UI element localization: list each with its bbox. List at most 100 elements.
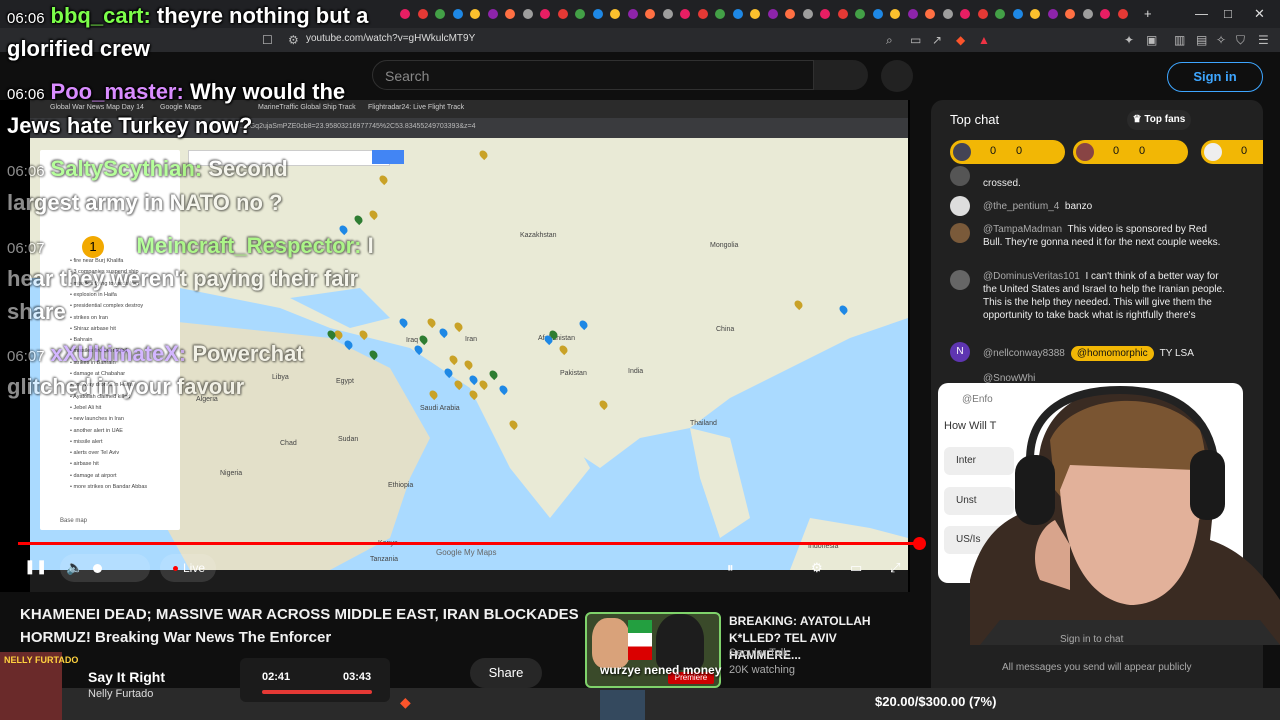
map-layer-item[interactable]: • strikes on Iran xyxy=(70,315,108,321)
voice-search-button[interactable] xyxy=(881,60,913,92)
tab-favicon-icon[interactable] xyxy=(1082,9,1093,19)
chat-signin-prompt[interactable]: Sign in to chat xyxy=(1060,634,1123,645)
tab-favicon-icon[interactable] xyxy=(680,9,690,19)
vpn-icon[interactable]: ⛉ xyxy=(1236,33,1245,48)
tab-favicon-icon[interactable] xyxy=(522,9,533,19)
menu-icon[interactable]: ☰ xyxy=(1258,33,1269,47)
settings-icon[interactable]: ⚙ xyxy=(811,560,823,576)
tab-favicon-icon[interactable] xyxy=(855,9,865,19)
tab-favicon-icon[interactable] xyxy=(802,9,813,19)
top-fans-button[interactable]: ♛ Top fans xyxy=(1127,110,1191,130)
share-page-icon[interactable]: ↗ xyxy=(932,33,942,47)
tab-favicon-icon[interactable] xyxy=(820,9,830,19)
tab-favicon-icon[interactable] xyxy=(1047,9,1058,19)
tab-favicon-icon[interactable] xyxy=(1065,9,1075,19)
cast-icon[interactable]: ▭ xyxy=(910,33,921,47)
bookmark-icon[interactable]: ☐ xyxy=(262,33,273,47)
map-layer-item[interactable]: • Shiraz airbase hit xyxy=(70,326,116,332)
tab-favicon-icon[interactable] xyxy=(837,9,848,19)
search-input[interactable]: Search xyxy=(372,60,814,90)
map-layer-item[interactable]: • airbase hit xyxy=(70,461,99,467)
map-layer-item[interactable]: • alerts over Tel Aviv xyxy=(70,450,119,456)
map-layer-item[interactable]: • more strikes on Bandar Abbas xyxy=(70,484,147,490)
tab-favicon-icon[interactable] xyxy=(435,9,445,19)
fan-card[interactable]: 0 0 xyxy=(1073,140,1188,164)
map-layer-item[interactable]: • explosion in Haifa xyxy=(70,292,117,298)
map-layer-item[interactable]: • presidential complex destroy xyxy=(70,303,143,309)
tab-favicon-icon[interactable] xyxy=(505,9,515,19)
fan-card[interactable]: 0 0 xyxy=(950,140,1065,164)
tab-favicon-icon[interactable] xyxy=(1012,9,1023,19)
brave-rewards-icon[interactable]: ▲ xyxy=(978,33,990,47)
tab-favicon-icon[interactable] xyxy=(1117,9,1128,19)
tab-favicon-icon[interactable] xyxy=(697,9,708,19)
fullscreen-icon[interactable]: ⤢ xyxy=(890,560,900,576)
tab-favicon-icon[interactable] xyxy=(715,9,725,19)
share-button[interactable]: Share xyxy=(470,658,542,688)
search-button[interactable] xyxy=(814,60,868,90)
brave-shield-icon[interactable]: ◆ xyxy=(956,33,965,47)
tab-favicon-icon[interactable] xyxy=(470,9,480,19)
tab-favicon-icon[interactable] xyxy=(750,9,760,19)
tab-favicon-icon[interactable] xyxy=(977,9,988,19)
tab-favicon-icon[interactable] xyxy=(575,9,585,19)
tab-favicon-icon[interactable] xyxy=(732,9,743,19)
minimize-button[interactable]: — xyxy=(1195,6,1208,21)
tab-favicon-icon[interactable] xyxy=(557,9,568,19)
chat-username[interactable]: @TampaMadman xyxy=(983,224,1062,235)
sidebar-icon[interactable]: ▥ xyxy=(1174,33,1185,47)
tab-favicon-icon[interactable] xyxy=(767,9,778,19)
tab-favicon-icon[interactable] xyxy=(890,9,900,19)
site-info-icon[interactable]: ⚙ xyxy=(288,33,299,47)
tab-favicon-icon[interactable] xyxy=(487,9,498,19)
pause-button[interactable]: ❚❚ xyxy=(24,558,47,578)
reading-list-icon[interactable]: ▤ xyxy=(1196,33,1207,47)
fan-card[interactable]: 0 xyxy=(1201,140,1263,164)
chat-username[interactable]: @the_pentium_4 xyxy=(983,201,1059,212)
map-layer-item[interactable]: • Jebel Ali hit xyxy=(70,405,101,411)
recommended-channel[interactable]: Secular Talk xyxy=(729,647,789,659)
basemap-label[interactable]: Base map xyxy=(60,518,87,524)
chat-mode-title[interactable]: Top chat xyxy=(950,112,999,127)
leo-icon[interactable]: ✧ xyxy=(1216,33,1226,47)
new-tab-button[interactable]: + xyxy=(1144,6,1152,21)
url-field[interactable]: youtube.com/watch?v=gHWkulcMT9Y xyxy=(306,33,475,44)
volume-icon[interactable]: 🔈 xyxy=(66,559,83,576)
map-layer-item[interactable]: • another alert in UAE xyxy=(70,428,123,434)
tab-favicon-icon[interactable] xyxy=(610,9,620,19)
volume-slider-knob[interactable] xyxy=(93,564,102,573)
tab-favicon-icon[interactable] xyxy=(907,9,918,19)
map-layer-item[interactable]: • missile alert xyxy=(70,439,103,445)
tab-favicon-icon[interactable] xyxy=(960,9,970,19)
extensions-icon[interactable]: ✦ xyxy=(1124,33,1134,47)
close-button[interactable]: ✕ xyxy=(1254,6,1265,22)
tab-favicon-icon[interactable] xyxy=(400,9,410,19)
zoom-icon[interactable]: ⌕ xyxy=(886,33,893,48)
tab-favicon-icon[interactable] xyxy=(417,9,428,19)
tab-favicon-icon[interactable] xyxy=(1030,9,1040,19)
tab-favicon-icon[interactable] xyxy=(452,9,463,19)
tab-favicon-icon[interactable] xyxy=(1100,9,1110,19)
pause-inner-icon[interactable]: ⏸ xyxy=(727,560,734,576)
tab-favicon-icon[interactable] xyxy=(645,9,655,19)
tab-favicon-icon[interactable] xyxy=(942,9,953,19)
tab-favicon-icon[interactable] xyxy=(662,9,673,19)
sign-in-button[interactable]: Sign in xyxy=(1167,62,1263,92)
map-layer-item[interactable]: • new launches in Iran xyxy=(70,416,124,422)
maximize-button[interactable]: □ xyxy=(1224,6,1232,21)
tab-favicon-icon[interactable] xyxy=(872,9,883,19)
tab-favicon-icon[interactable] xyxy=(540,9,550,19)
tab-favicon-icon[interactable] xyxy=(627,9,638,19)
chat-username[interactable]: @DominusVeritas101 xyxy=(983,271,1080,282)
map-layer-item[interactable]: • damage at airport xyxy=(70,473,117,479)
wallet-icon[interactable]: ▣ xyxy=(1146,33,1157,47)
progress-scrubber[interactable] xyxy=(913,537,926,550)
theater-mode-icon[interactable]: ▭ xyxy=(850,560,862,576)
chat-username[interactable]: @nellconway8388 xyxy=(983,348,1065,359)
map-search-button[interactable] xyxy=(372,150,404,164)
mention-badge[interactable]: @homomorphic xyxy=(1070,346,1154,361)
tab-favicon-icon[interactable] xyxy=(995,9,1005,19)
tab-favicon-icon[interactable] xyxy=(592,9,603,19)
tab-favicon-icon[interactable] xyxy=(925,9,935,19)
tab-favicon-icon[interactable] xyxy=(785,9,795,19)
